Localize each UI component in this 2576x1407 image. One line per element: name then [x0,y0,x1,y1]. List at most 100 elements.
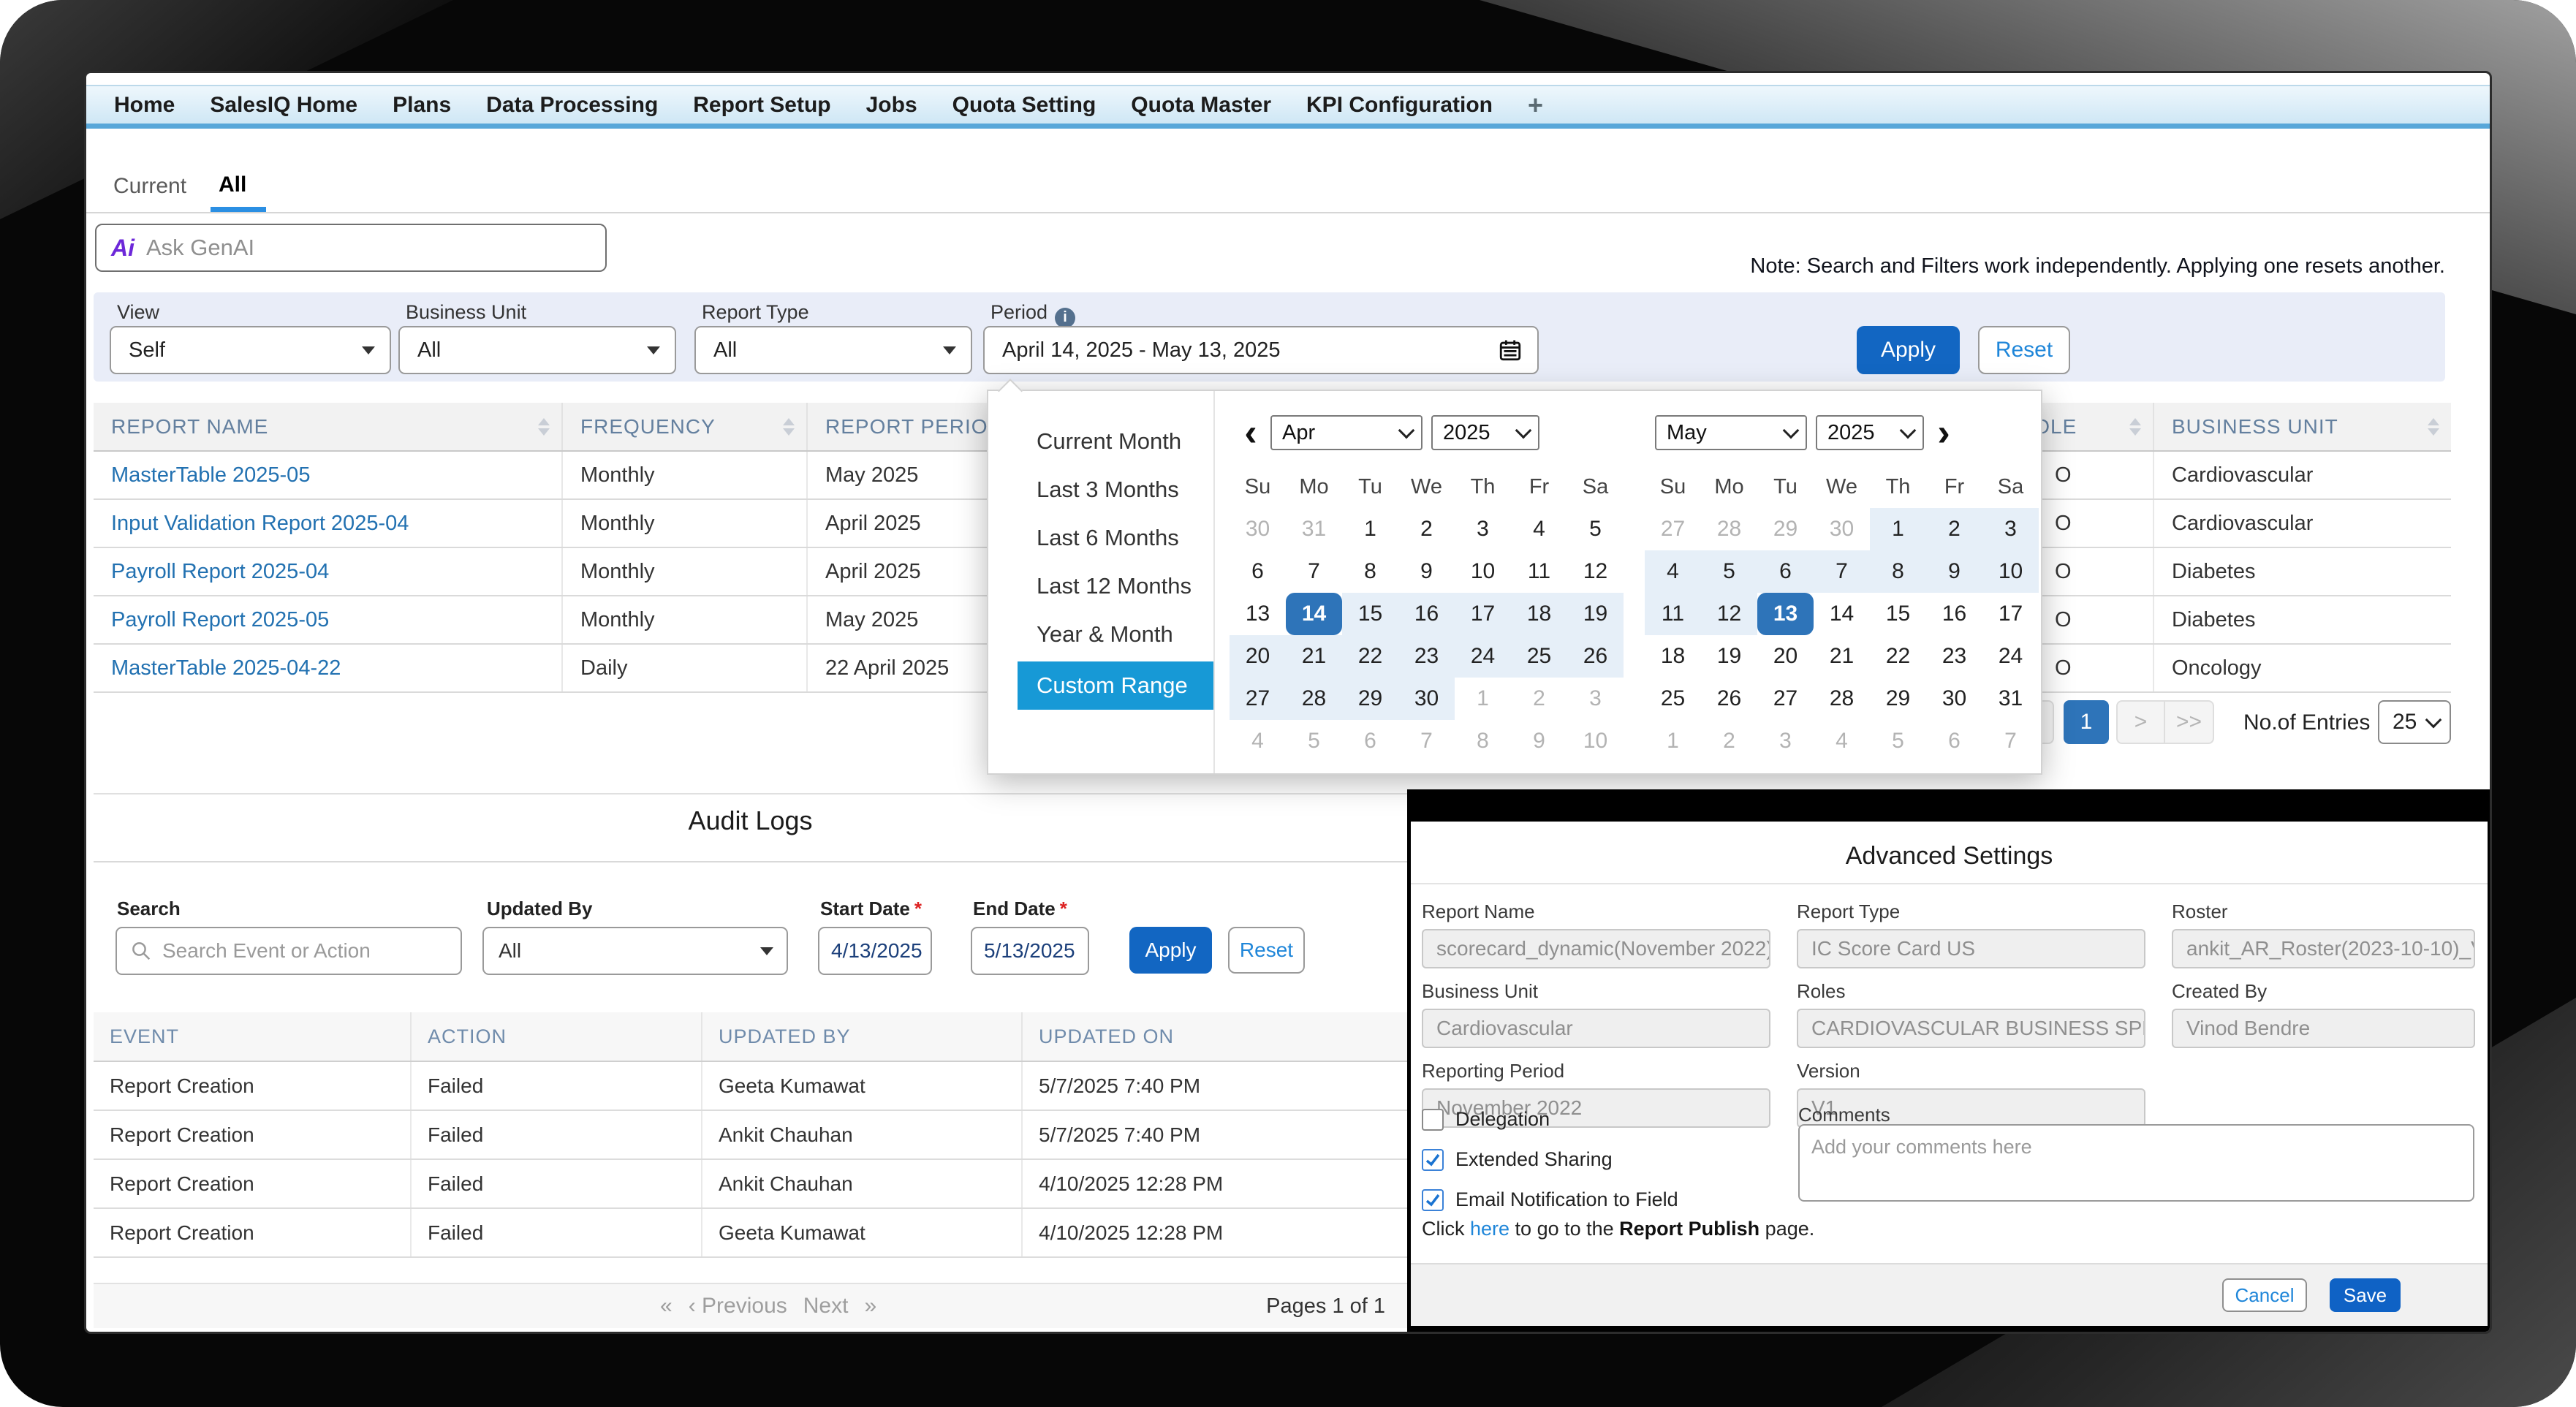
calendar-day[interactable]: 9 [1398,550,1455,593]
end-date-input[interactable]: 5/13/2025 [971,927,1089,975]
year-select[interactable]: 2025 [1431,415,1539,450]
nav-item-kpi-configuration[interactable]: KPI Configuration [1306,93,1493,118]
checkbox-email-notification-to-field[interactable]: Email Notification to Field [1422,1188,1678,1211]
calendar-day[interactable]: 26 [1701,678,1757,720]
calendar-day[interactable]: 4 [1814,720,1870,762]
calendar-day[interactable]: 30 [1926,678,1982,720]
sort-icon[interactable] [783,418,795,436]
month-select[interactable]: May [1655,415,1807,450]
calendar-day[interactable]: 6 [1230,550,1286,593]
calendar-day[interactable]: 28 [1701,508,1757,550]
calendar-day[interactable]: 19 [1701,635,1757,678]
checkbox-delegation[interactable]: Delegation [1422,1108,1678,1131]
apply-button[interactable]: Apply [1857,326,1960,374]
calendar-day[interactable]: 2 [1398,508,1455,550]
calendar-day[interactable]: 20 [1230,635,1286,678]
calendar-day[interactable]: 9 [1511,720,1567,762]
entries-select[interactable]: 25 [2378,700,2451,744]
year-select[interactable]: 2025 [1816,415,1924,450]
calendar-day[interactable]: 20 [1757,635,1814,678]
calendar-day[interactable]: 6 [1926,720,1982,762]
business-unit-select[interactable]: All [398,326,676,374]
calendar-day[interactable]: 10 [1982,550,2039,593]
calendar-day[interactable]: 22 [1870,635,1926,678]
report-name-link[interactable]: Input Validation Report 2025-04 [111,512,409,535]
pagination-next-button[interactable]: > [2116,700,2165,744]
view-select[interactable]: Self [110,326,391,374]
first-page-icon[interactable]: « [660,1294,673,1319]
calendar-day[interactable]: 2 [1701,720,1757,762]
calendar-next-icon[interactable]: › [1933,418,1955,447]
calendar-day[interactable]: 29 [1757,508,1814,550]
calendar-day[interactable]: 18 [1511,593,1567,635]
calendar-day[interactable]: 9 [1926,550,1982,593]
report-type-select[interactable]: All [694,326,972,374]
calendar-day[interactable]: 16 [1926,593,1982,635]
calendar-day[interactable]: 27 [1230,678,1286,720]
calendar-day[interactable]: 4 [1230,720,1286,762]
calendar-day[interactable]: 5 [1870,720,1926,762]
calendar-day[interactable]: 17 [1982,593,2039,635]
calendar-day[interactable]: 24 [1982,635,2039,678]
calendar-day[interactable]: 1 [1342,508,1398,550]
unchecked-checkbox-icon[interactable] [1422,1109,1444,1131]
calendar-day[interactable]: 18 [1645,635,1701,678]
calendar-day[interactable]: 6 [1342,720,1398,762]
pagination-last-button[interactable]: >> [2165,700,2214,744]
calendar-day[interactable]: 13 [1757,593,1814,635]
calendar-day[interactable]: 7 [1982,720,2039,762]
nav-item-quota-setting[interactable]: Quota Setting [952,93,1096,118]
report-name-link[interactable]: MasterTable 2025-04-22 [111,656,341,680]
calendar-day[interactable]: 26 [1567,635,1624,678]
calendar-day[interactable]: 5 [1567,508,1624,550]
checked-checkbox-icon[interactable] [1422,1189,1444,1211]
calendar-day[interactable]: 25 [1511,635,1567,678]
nav-item-salesiq-home[interactable]: SalesIQ Home [210,93,357,118]
calendar-day[interactable]: 8 [1870,550,1926,593]
start-date-input[interactable]: 4/13/2025 [818,927,932,975]
calendar-day[interactable]: 27 [1757,678,1814,720]
audit-reset-button[interactable]: Reset [1228,927,1305,974]
calendar-day[interactable]: 1 [1870,508,1926,550]
col-frequency[interactable]: FREQUENCY [562,403,807,451]
calendar-prev-icon[interactable]: ‹ [1240,418,1262,447]
calendar-day[interactable]: 15 [1870,593,1926,635]
audit-apply-button[interactable]: Apply [1129,927,1212,974]
calendar-day[interactable]: 23 [1926,635,1982,678]
report-name-link[interactable]: Payroll Report 2025-05 [111,608,329,632]
calendar-day[interactable]: 3 [1982,508,2039,550]
calendar-day[interactable]: 13 [1230,593,1286,635]
pagination-page-1[interactable]: 1 [2064,700,2109,744]
nav-item-jobs[interactable]: Jobs [866,93,917,118]
calendar-day[interactable]: 2 [1511,678,1567,720]
calendar-day[interactable]: 3 [1455,508,1511,550]
calendar-day[interactable]: 21 [1814,635,1870,678]
nav-item-home[interactable]: Home [114,93,175,118]
calendar-day[interactable]: 4 [1645,550,1701,593]
cancel-button[interactable]: Cancel [2222,1278,2307,1312]
info-icon[interactable]: i [1055,308,1075,328]
calendar-day[interactable]: 2 [1926,508,1982,550]
calendar-day[interactable]: 31 [1286,508,1342,550]
calendar-day[interactable]: 27 [1645,508,1701,550]
next-page-button[interactable]: Next [803,1294,849,1319]
updated-by-select[interactable]: All [482,927,788,975]
add-tab-icon[interactable]: + [1528,90,1543,121]
checkbox-extended-sharing[interactable]: Extended Sharing [1422,1148,1678,1171]
calendar-day[interactable]: 7 [1286,550,1342,593]
last-page-icon[interactable]: » [864,1294,876,1319]
period-input[interactable]: April 14, 2025 - May 13, 2025 [983,326,1539,374]
calendar-day[interactable]: 10 [1567,720,1624,762]
calendar-day[interactable]: 17 [1455,593,1511,635]
col-business-unit[interactable]: BUSINESS UNIT [2153,403,2451,451]
genai-search-input[interactable]: Ai Ask GenAI [95,224,607,272]
calendar-day[interactable]: 4 [1511,508,1567,550]
save-button[interactable]: Save [2330,1278,2401,1312]
calendar-day[interactable]: 11 [1645,593,1701,635]
col-report-name[interactable]: REPORT NAME [94,403,562,451]
month-select[interactable]: Apr [1270,415,1423,450]
sort-icon[interactable] [2129,418,2141,436]
calendar-day[interactable]: 7 [1814,550,1870,593]
calendar-day[interactable]: 22 [1342,635,1398,678]
nav-item-report-setup[interactable]: Report Setup [693,93,830,118]
